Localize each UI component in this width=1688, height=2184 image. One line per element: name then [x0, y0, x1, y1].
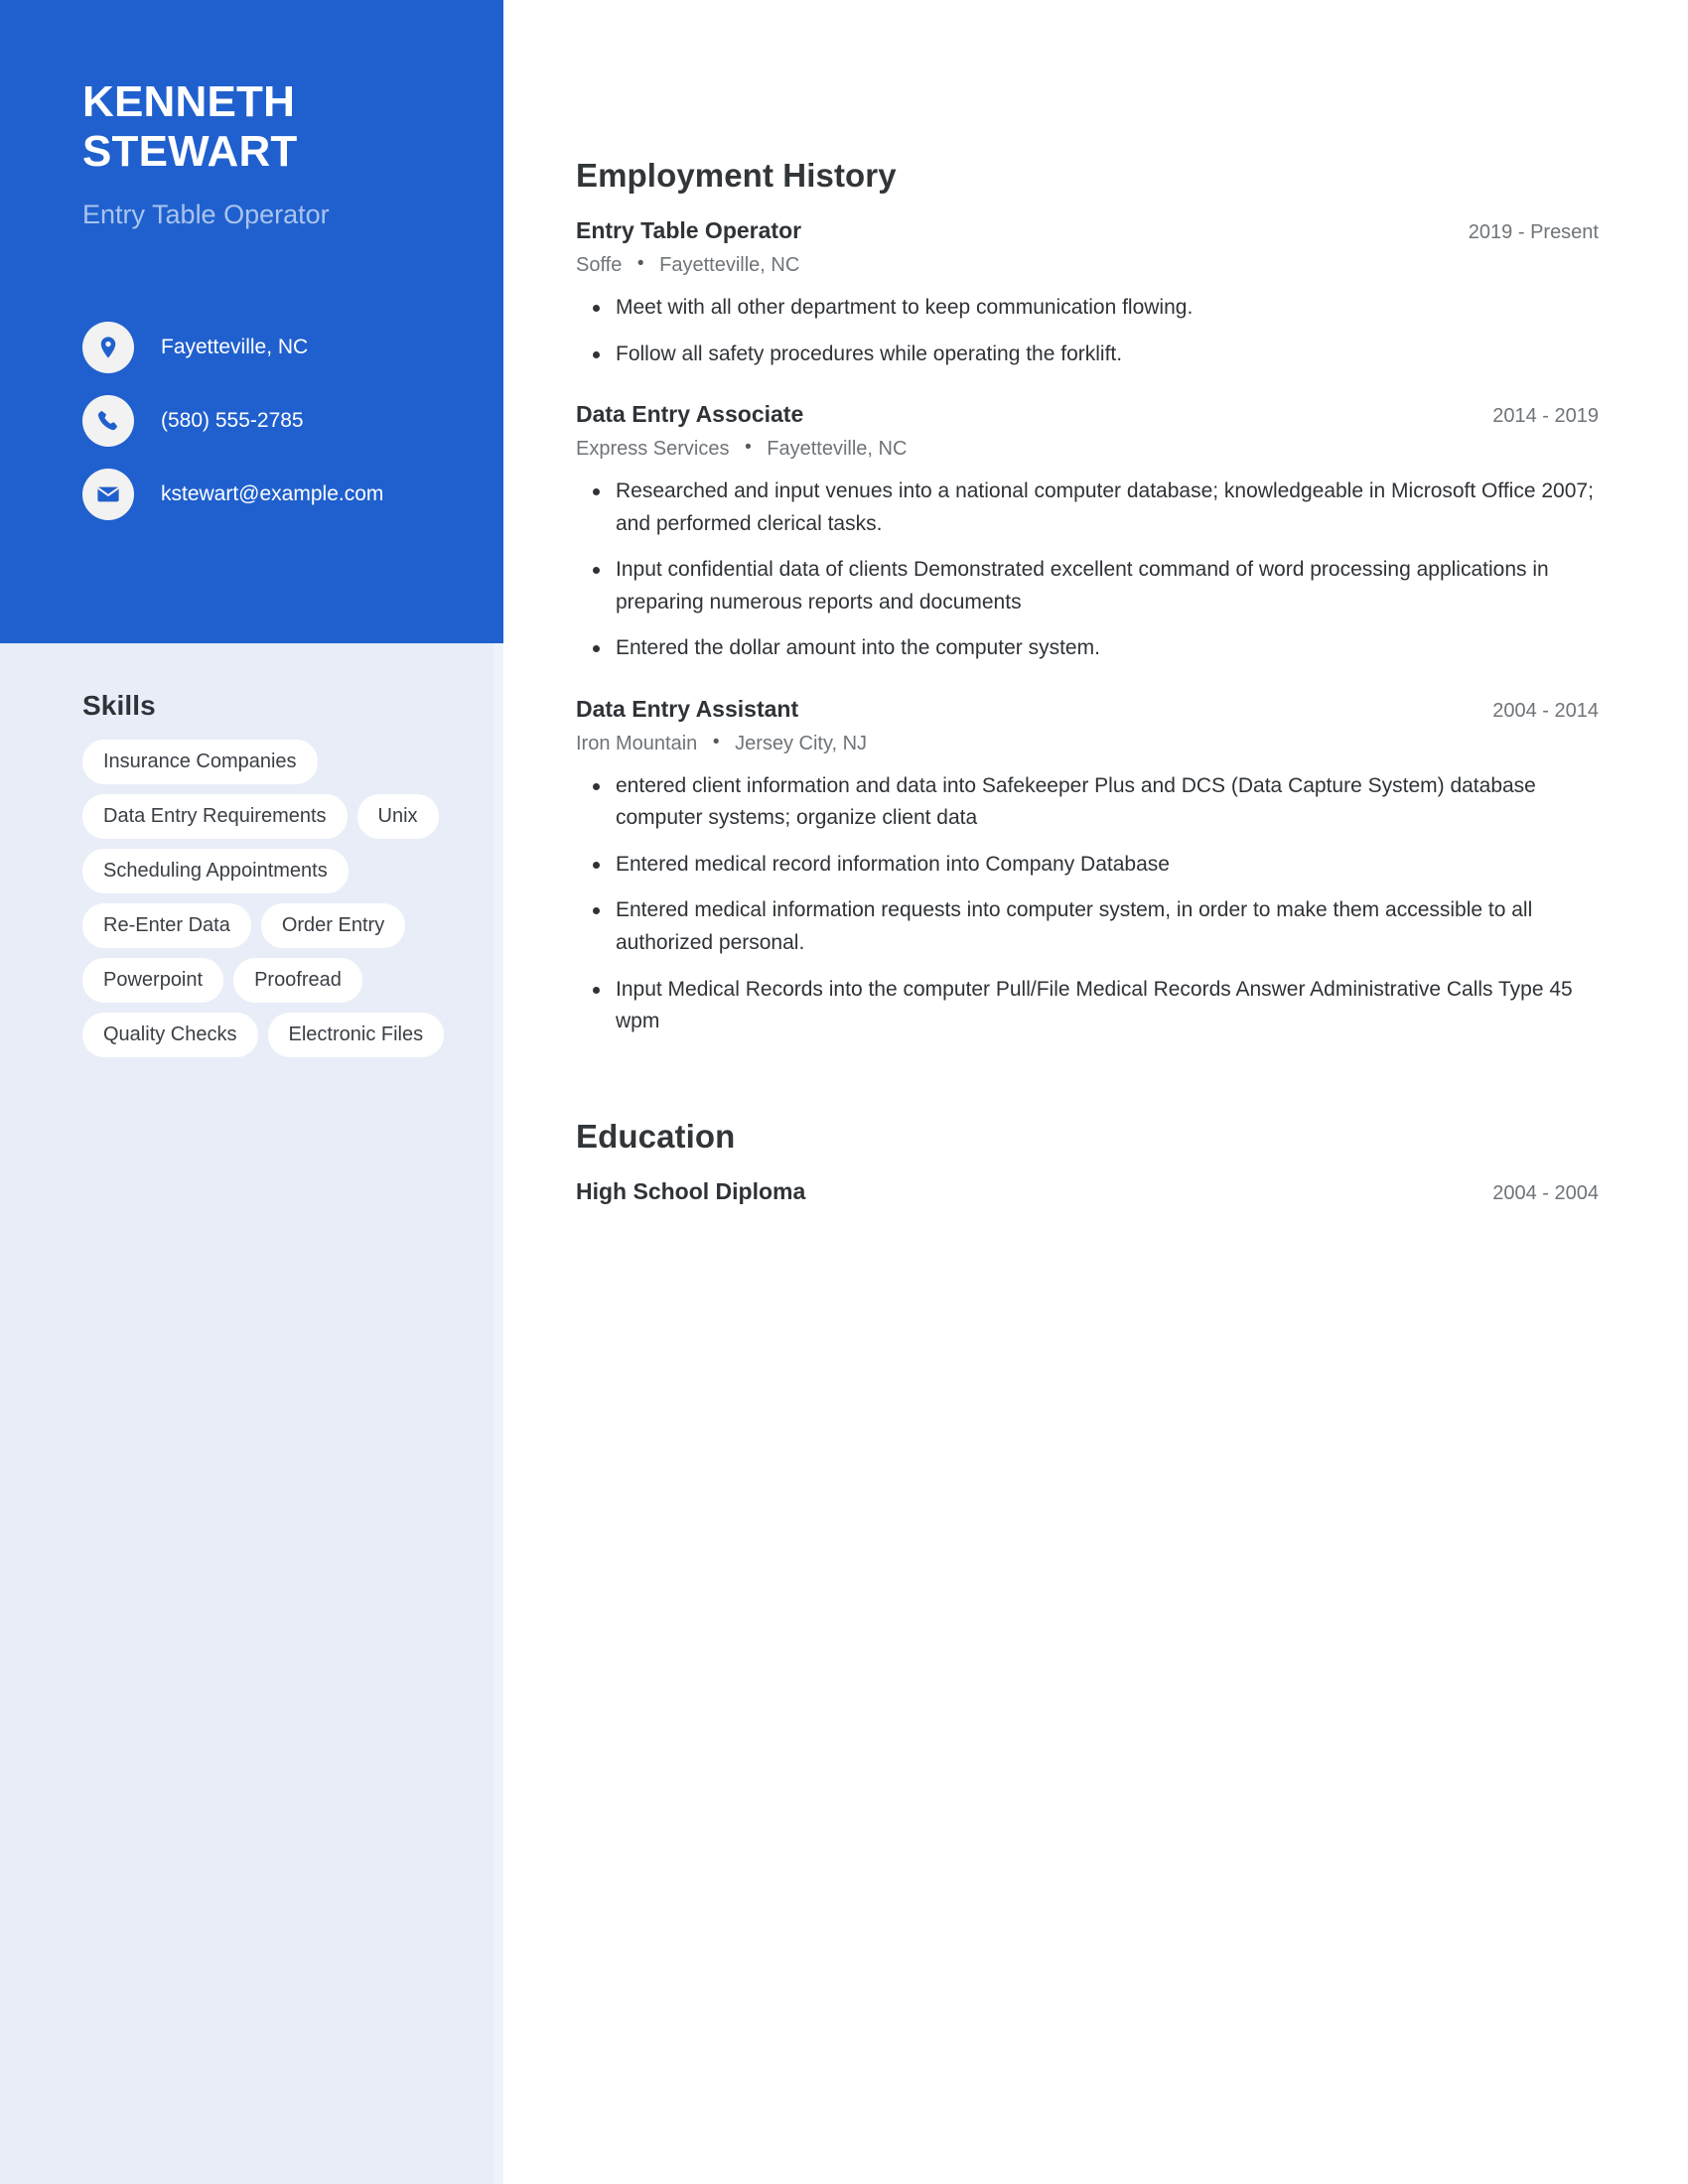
education-degree: High School Diploma — [576, 1177, 806, 1204]
contact-phone-text: (580) 555-2785 — [161, 409, 304, 433]
employment-entry-header: Data Entry Associate 2014 - 2019 — [576, 400, 1599, 429]
skill-pill[interactable]: Quality Checks — [82, 1013, 258, 1057]
contact-location-text: Fayetteville, NC — [161, 336, 309, 359]
employment-bullets: Researched and input venues into a natio… — [576, 476, 1599, 665]
skill-pill[interactable]: Unix — [356, 794, 439, 839]
education-entry: High School Diploma 2004 - 2004 — [576, 1177, 1599, 1206]
employment-bullet: Entered medical information requests int… — [576, 894, 1599, 959]
employment-location: Fayetteville, NC — [767, 438, 908, 461]
employment-entry: Data Entry Assistant 2004 - 2014 Iron Mo… — [576, 695, 1599, 1038]
candidate-name: KENNETH STEWART — [82, 77, 298, 176]
employment-dates: 2019 - Present — [1468, 221, 1599, 243]
email-icon — [82, 469, 134, 520]
employment-company-location: Express Services • Fayetteville, NC — [576, 436, 1599, 462]
employment-history-heading: Employment History — [576, 157, 897, 194]
meta-separator-dot: • — [745, 437, 752, 459]
employment-bullet: Meet with all other department to keep c… — [576, 292, 1599, 325]
contact-list: Fayetteville, NC (580) 555-2785 kstewart… — [82, 322, 460, 542]
employment-dates: 2014 - 2019 — [1492, 405, 1599, 428]
skill-pill[interactable]: Powerpoint — [82, 958, 224, 1003]
phone-icon — [82, 395, 134, 447]
employment-entry: Entry Table Operator 2019 - Present Soff… — [576, 216, 1599, 370]
employment-bullets: Meet with all other department to keep c… — [576, 292, 1599, 370]
resume-page: KENNETH STEWART Entry Table Operator Fay… — [0, 0, 1688, 2184]
employment-location: Fayetteville, NC — [659, 254, 800, 276]
contact-item-email[interactable]: kstewart@example.com — [82, 469, 460, 520]
skill-pill[interactable]: Scheduling Appointments — [82, 849, 349, 893]
skill-pill[interactable]: Order Entry — [260, 903, 406, 948]
education-entry-header: High School Diploma 2004 - 2004 — [576, 1177, 1599, 1206]
employment-bullet: Entered the dollar amount into the compu… — [576, 632, 1599, 665]
employment-role: Entry Table Operator — [576, 217, 802, 243]
contact-item-location[interactable]: Fayetteville, NC — [82, 322, 460, 373]
employment-location: Jersey City, NJ — [735, 732, 868, 754]
skills-heading: Skills — [82, 690, 156, 721]
employment-role: Data Entry Assistant — [576, 695, 799, 722]
employment-company: Express Services — [576, 438, 730, 461]
candidate-job-title: Entry Table Operator — [82, 200, 330, 230]
employment-role: Data Entry Associate — [576, 401, 804, 428]
employment-entry: Data Entry Associate 2014 - 2019 Express… — [576, 400, 1599, 665]
education-section: Education High School Diploma 2004 - 200… — [576, 1038, 1599, 1206]
skill-pill[interactable]: Insurance Companies — [82, 740, 318, 784]
employment-company: Iron Mountain — [576, 732, 698, 754]
employment-company: Soffe — [576, 254, 623, 276]
skill-pill[interactable]: Data Entry Requirements — [82, 794, 348, 839]
skill-pill[interactable]: Electronic Files — [267, 1013, 445, 1057]
employment-history-section: Employment History Entry Table Operator … — [576, 0, 1599, 1038]
contact-email-text: kstewart@example.com — [161, 482, 384, 506]
employment-company-location: Iron Mountain • Jersey City, NJ — [576, 731, 1599, 756]
education-heading: Education — [576, 1117, 736, 1155]
skill-pill[interactable]: Re-Enter Data — [82, 903, 251, 948]
sidebar: KENNETH STEWART Entry Table Operator Fay… — [0, 0, 503, 2184]
employment-bullet: entered client information and data into… — [576, 770, 1599, 835]
employment-bullet: Researched and input venues into a natio… — [576, 476, 1599, 540]
employment-bullets: entered client information and data into… — [576, 770, 1599, 1038]
contact-item-phone[interactable]: (580) 555-2785 — [82, 395, 460, 447]
education-dates: 2004 - 2004 — [1492, 1181, 1599, 1204]
employment-dates: 2004 - 2014 — [1492, 699, 1599, 722]
employment-company-location: Soffe • Fayetteville, NC — [576, 252, 1599, 278]
skills-section: Skills Insurance Companies Data Entry Re… — [82, 690, 480, 1057]
employment-bullet: Follow all safety procedures while opera… — [576, 339, 1599, 371]
employment-entry-header: Data Entry Assistant 2004 - 2014 — [576, 695, 1599, 724]
skills-pill-list: Insurance Companies Data Entry Requireme… — [82, 740, 480, 1057]
skill-pill[interactable]: Proofread — [233, 958, 362, 1003]
location-pin-icon — [82, 322, 134, 373]
employment-entry-header: Entry Table Operator 2019 - Present — [576, 216, 1599, 245]
meta-separator-dot: • — [712, 731, 720, 752]
main-content: Employment History Entry Table Operator … — [576, 0, 1599, 1206]
employment-bullet: Entered medical record information into … — [576, 849, 1599, 882]
employment-bullet: Input confidential data of clients Demon… — [576, 554, 1599, 618]
meta-separator-dot: • — [636, 253, 644, 274]
employment-bullet: Input Medical Records into the computer … — [576, 974, 1599, 1038]
